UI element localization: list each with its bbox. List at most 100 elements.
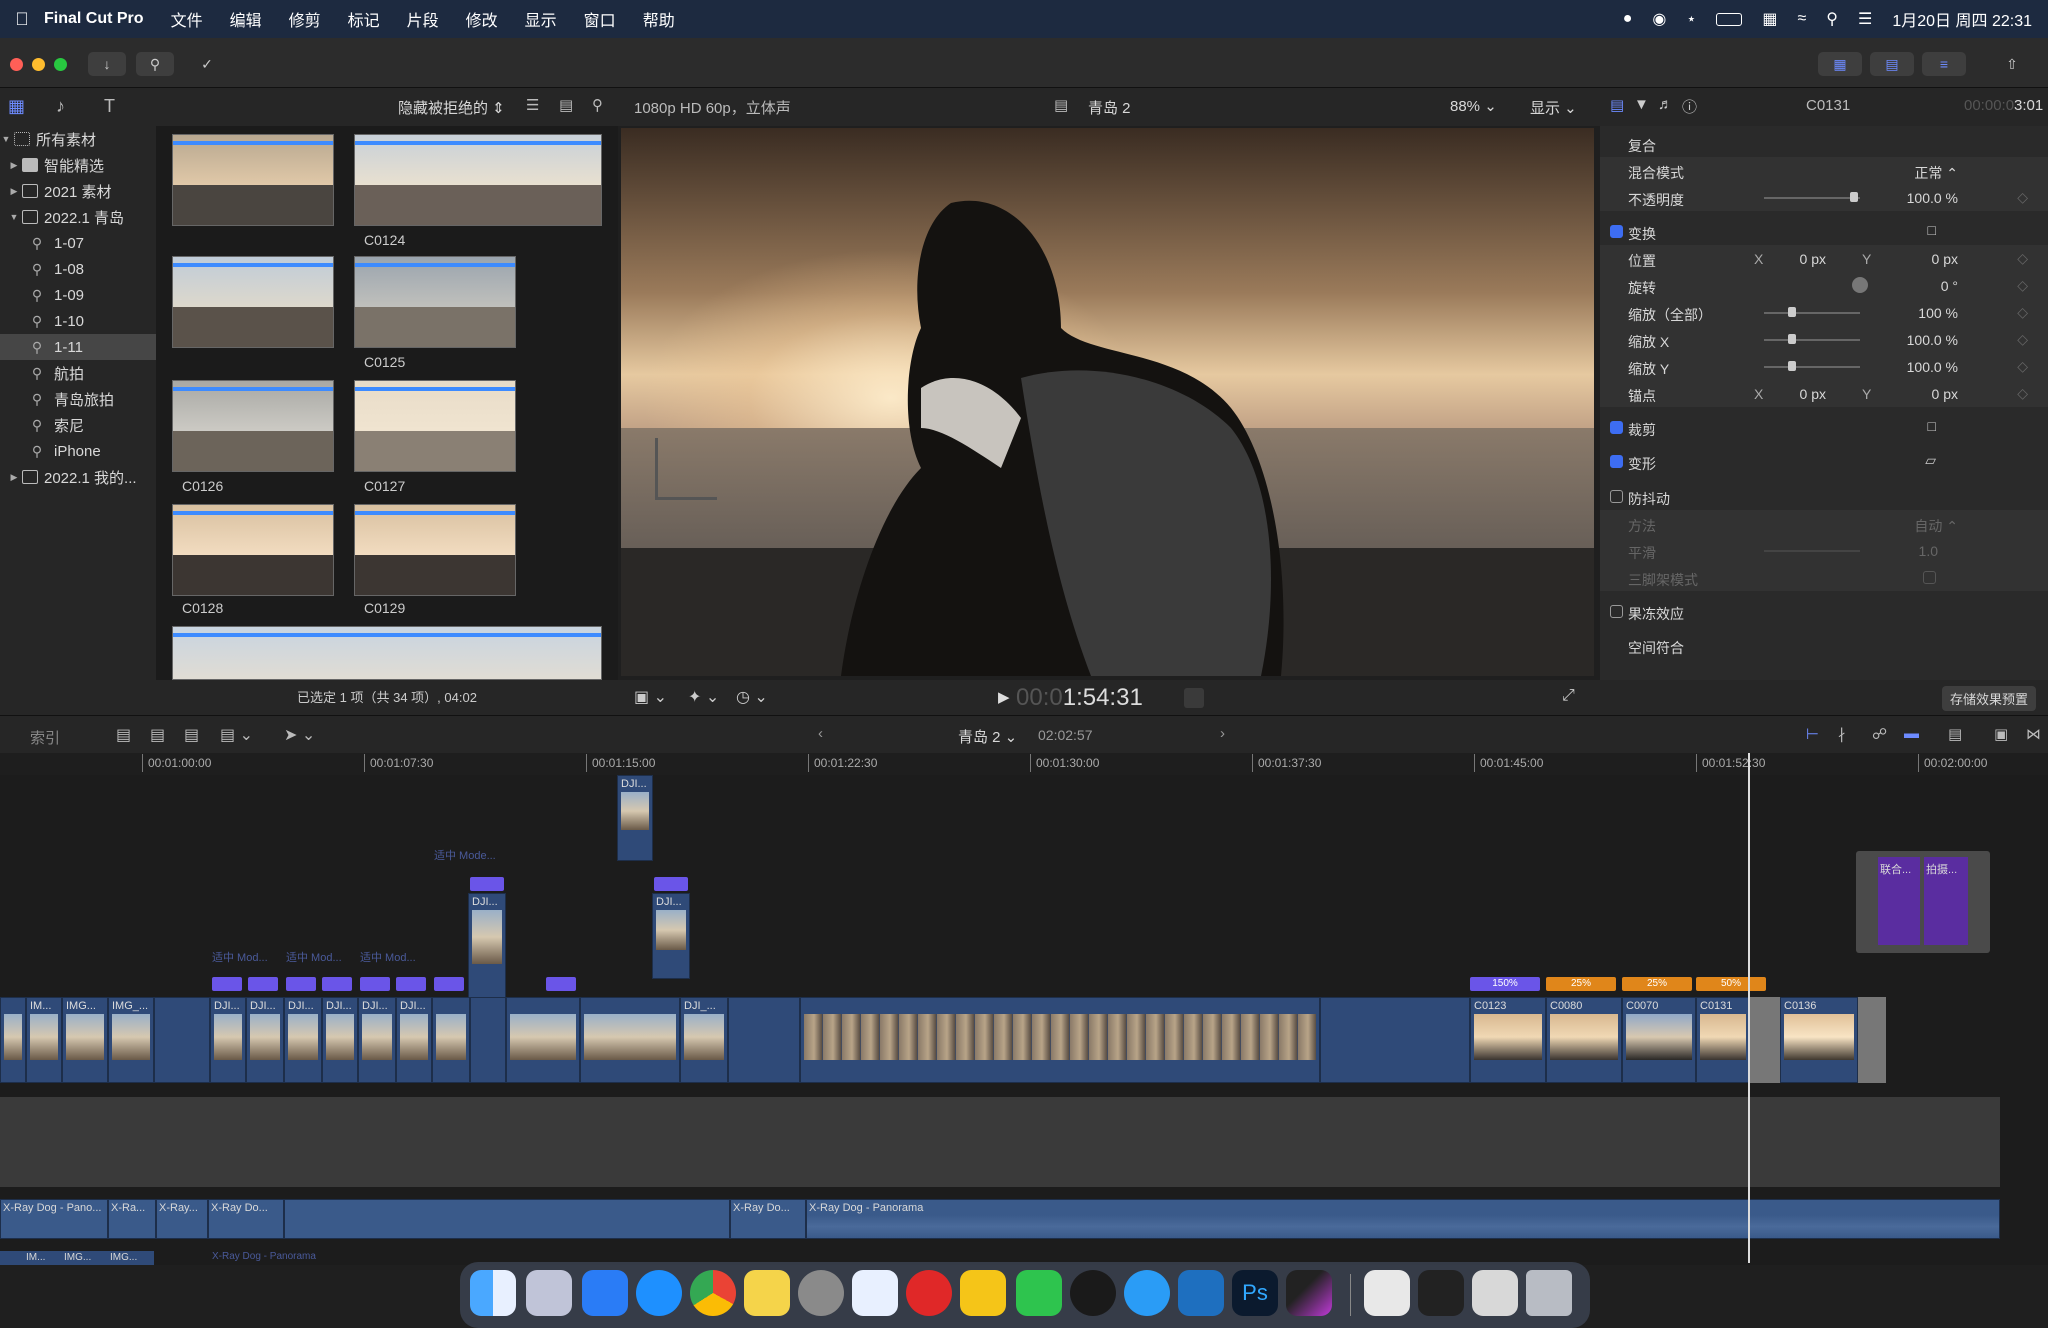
audio-clip[interactable]: X-Ra... xyxy=(108,1199,156,1239)
final-cut-pro-icon[interactable] xyxy=(1286,1270,1332,1316)
sidebar-item-iphone[interactable]: ⚲ iPhone xyxy=(0,438,156,464)
distort-onscreen-icon[interactable]: ▱ xyxy=(1925,452,1936,469)
disclosure-triangle-icon[interactable]: ▶ xyxy=(8,186,20,197)
timeline-ruler[interactable]: 00:01:00:00 00:01:07:30 00:01:15:00 00:0… xyxy=(0,753,2048,775)
crop-onscreen-icon[interactable]: □ xyxy=(1928,418,1936,434)
clip-thumbnail[interactable] xyxy=(172,134,334,226)
position-y-value[interactable]: 0 px xyxy=(1932,251,1958,267)
storyline-clip[interactable]: DJI... xyxy=(322,997,358,1083)
audio-clip-main[interactable]: X-Ray Dog - Panorama xyxy=(806,1199,2000,1239)
retime-tag[interactable] xyxy=(470,877,504,891)
compound-clip[interactable]: 联合... 拍摄... xyxy=(1856,851,1990,953)
connect-clip-icon[interactable]: ▤ xyxy=(116,725,131,745)
storyline-clip[interactable] xyxy=(580,997,680,1083)
storyline-clip[interactable]: C0123 xyxy=(1470,997,1546,1083)
connected-clip[interactable]: DJI... xyxy=(617,775,653,861)
clip-thumbnail[interactable] xyxy=(354,380,516,472)
search-icon[interactable]: ⚲ xyxy=(1826,9,1838,29)
clip-appearance-icon[interactable]: ▤ xyxy=(559,96,573,114)
keyframe-icon[interactable]: ◇ xyxy=(2017,189,2028,206)
storyline-clip[interactable]: IMG_... xyxy=(108,997,154,1083)
storyline-clip-group[interactable] xyxy=(800,997,1320,1083)
wechat-icon[interactable] xyxy=(1016,1270,1062,1316)
background-tasks-icon[interactable]: ✓ xyxy=(188,52,226,76)
speed-tag[interactable]: 50% xyxy=(1696,977,1766,991)
inspector-toggle-icon[interactable]: ≡ xyxy=(1922,52,1966,76)
storyline-clip[interactable]: DJI... xyxy=(396,997,432,1083)
retime-tag[interactable] xyxy=(322,977,352,991)
play-button[interactable]: ▶ xyxy=(998,688,1010,706)
compound-part[interactable]: 拍摄... xyxy=(1924,857,1968,945)
history-back-icon[interactable]: ‹ xyxy=(818,725,823,742)
crop-checkbox[interactable] xyxy=(1610,421,1623,434)
close-window-button[interactable] xyxy=(10,58,23,71)
audio-clip[interactable] xyxy=(284,1199,730,1239)
audio-clip[interactable]: X-Ray... xyxy=(156,1199,208,1239)
storyline-clip[interactable]: C0080 xyxy=(1546,997,1622,1083)
speed-tag[interactable]: 25% xyxy=(1622,977,1692,991)
photo-app-icon[interactable] xyxy=(960,1270,1006,1316)
menu-modify[interactable]: 修改 xyxy=(466,7,498,31)
storyline-clip[interactable]: C0070 xyxy=(1622,997,1696,1083)
timeline-project-popup[interactable]: 青岛 2 ⌄ xyxy=(958,726,1017,747)
display-popup[interactable]: 显示 ⌄ xyxy=(1530,97,1577,118)
sidebar-item-1-07[interactable]: ⚲ 1-07 xyxy=(0,230,156,256)
scale-all-value[interactable]: 100 % xyxy=(1918,305,1958,321)
transform-checkbox[interactable] xyxy=(1610,225,1623,238)
retime-tag[interactable] xyxy=(396,977,426,991)
retime-tag[interactable] xyxy=(434,977,464,991)
feishu-icon[interactable] xyxy=(1124,1270,1170,1316)
storyline-clip[interactable]: DJI... xyxy=(246,997,284,1083)
libraries-icon[interactable]: ▦ xyxy=(8,96,25,117)
screenshot-icon[interactable] xyxy=(1472,1270,1518,1316)
playhead[interactable] xyxy=(1748,753,1750,1263)
storyline-clip[interactable]: IMG... xyxy=(62,997,108,1083)
storyline-clip[interactable]: DJI_... xyxy=(680,997,728,1083)
baidu-netdisk-icon[interactable] xyxy=(852,1270,898,1316)
timeline-gap-area[interactable] xyxy=(0,1097,2000,1187)
video-inspector-icon[interactable]: ▤ xyxy=(1610,96,1624,114)
apple-icon[interactable]:  xyxy=(0,9,44,30)
select-tool-icon[interactable]: ➤ ⌄ xyxy=(284,725,315,745)
speed-tag[interactable]: 25% xyxy=(1546,977,1616,991)
zoom-popup[interactable]: 88% ⌄ xyxy=(1450,97,1497,115)
transform-onscreen-icon[interactable]: □ xyxy=(1928,222,1936,238)
safari-icon[interactable] xyxy=(636,1270,682,1316)
sidebar-item-smart-collections[interactable]: ▶ 智能精选 xyxy=(0,152,156,178)
battery-icon[interactable] xyxy=(1716,12,1743,26)
input-method-icon[interactable]: ▦ xyxy=(1762,9,1777,29)
photos-audio-icon[interactable]: ♪ xyxy=(56,96,65,117)
opacity-slider[interactable] xyxy=(1764,192,1860,202)
method-popup[interactable]: 自动 ⌃ xyxy=(1914,516,1958,536)
system-preferences-icon[interactable] xyxy=(798,1270,844,1316)
rotation-value[interactable]: 0 ° xyxy=(1941,278,1958,294)
photoshop-icon[interactable]: Ps xyxy=(1232,1270,1278,1316)
menu-trim[interactable]: 修剪 xyxy=(289,7,321,31)
rolling-shutter-checkbox[interactable] xyxy=(1610,605,1623,618)
minimize-window-button[interactable] xyxy=(32,58,45,71)
scale-y-slider[interactable] xyxy=(1764,361,1860,371)
distort-checkbox[interactable] xyxy=(1610,455,1623,468)
clock[interactable]: 1月20日 周四 22:31 xyxy=(1892,7,2032,31)
solo-icon[interactable]: ☍ xyxy=(1872,725,1887,743)
smoothing-slider[interactable] xyxy=(1764,550,1860,552)
clip-thumbnail[interactable] xyxy=(172,504,334,596)
clip-appearance-icon[interactable]: ▤ xyxy=(1948,725,1962,743)
disclosure-triangle-icon[interactable]: ▶ xyxy=(8,472,20,483)
document-icon[interactable] xyxy=(1364,1270,1410,1316)
stabilization-checkbox[interactable] xyxy=(1610,490,1623,503)
share-icon[interactable]: ⇧ xyxy=(1992,52,2032,76)
netease-music-icon[interactable] xyxy=(906,1270,952,1316)
audio-clip[interactable]: X-Ray Do... xyxy=(730,1199,806,1239)
menu-clip[interactable]: 片段 xyxy=(407,7,439,31)
sidebar-item-all-clips[interactable]: ▼ 所有素材 xyxy=(0,126,156,152)
zoom-window-button[interactable] xyxy=(54,58,67,71)
skimming-icon[interactable]: ⊢ xyxy=(1806,725,1819,743)
menu-edit[interactable]: 编辑 xyxy=(230,7,262,31)
audio-skimming-icon[interactable]: ∤ xyxy=(1838,725,1846,743)
opacity-value[interactable]: 100.0 % xyxy=(1907,190,1958,206)
slider-knob[interactable] xyxy=(1850,192,1858,202)
slider-knob[interactable] xyxy=(1788,334,1796,344)
notes-icon[interactable] xyxy=(744,1270,790,1316)
position-x-value[interactable]: 0 px xyxy=(1800,251,1826,267)
